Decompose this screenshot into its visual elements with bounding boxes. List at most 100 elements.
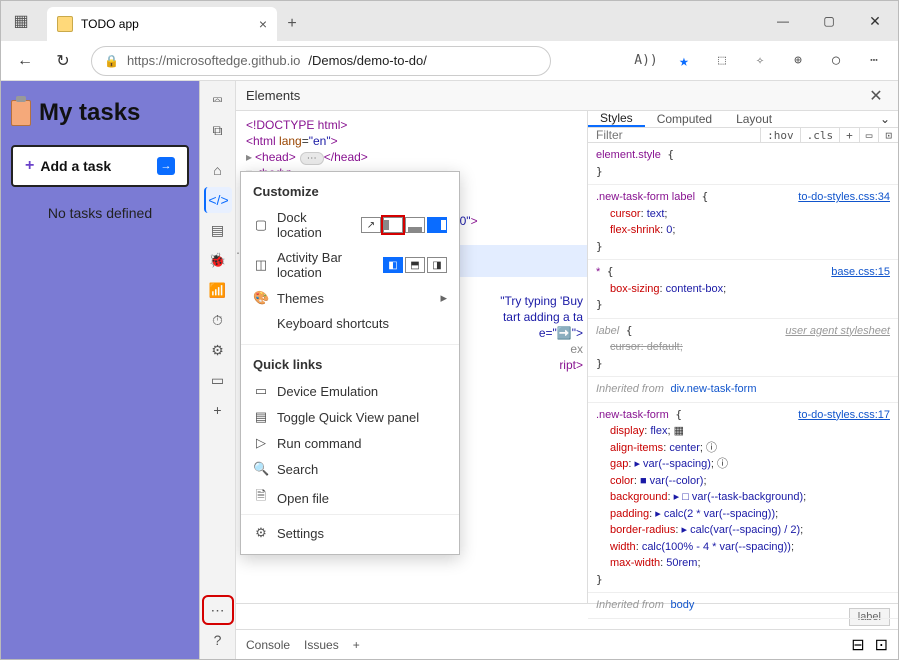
- favorites-bar-button[interactable]: ✧: [744, 45, 776, 77]
- devtools: ⮹ ⧉ ⌂ </> ▤ 🐞 📶 ⏱ ⚙ ▭ + ⋯ ? Elements ✕: [199, 81, 898, 659]
- layout-icon: ◫: [253, 257, 269, 273]
- tab-title: TODO app: [81, 17, 251, 31]
- console-icon[interactable]: ▤: [204, 217, 232, 243]
- extensions-button[interactable]: ⬚: [706, 45, 738, 77]
- search-row[interactable]: 🔍 Search: [241, 456, 459, 482]
- device-icon: ▭: [253, 383, 269, 399]
- open-file-row[interactable]: 🗎 Open file: [241, 482, 459, 514]
- drawer-icon[interactable]: ⊟: [851, 635, 864, 655]
- inherit-link[interactable]: body: [671, 599, 695, 611]
- tab-favicon-icon: [57, 16, 73, 32]
- drawer-tab-issues[interactable]: Issues: [304, 638, 339, 652]
- dom-line[interactable]: <!DOCTYPE html>: [246, 117, 587, 133]
- clipboard-icon: [11, 100, 31, 126]
- keyboard-shortcuts-row[interactable]: Keyboard shortcuts: [241, 311, 459, 336]
- add-task-button[interactable]: + Add a task →: [11, 145, 189, 187]
- plus-icon: +: [25, 157, 34, 175]
- browser-tab[interactable]: TODO app ×: [47, 7, 277, 41]
- rendering-icon[interactable]: ⊡: [878, 128, 898, 142]
- help-icon[interactable]: ?: [204, 627, 232, 653]
- drawer-tab-console[interactable]: Console: [246, 638, 290, 652]
- css-source-link[interactable]: to-do-styles.css:17: [798, 407, 890, 424]
- dock-icon: ▢: [253, 217, 269, 233]
- cls-button[interactable]: .cls: [800, 128, 840, 142]
- css-source-link[interactable]: to-do-styles.css:34: [798, 189, 890, 206]
- dom-tree[interactable]: <!DOCTYPE html> <html lang="en"> ▸<head>…: [236, 111, 588, 603]
- css-source-link[interactable]: base.css:15: [831, 264, 890, 281]
- performance-icon[interactable]: ⏱: [204, 307, 232, 333]
- more-tools-icon[interactable]: +: [204, 397, 232, 423]
- customize-heading: Customize: [241, 180, 459, 205]
- tab-close-icon[interactable]: ×: [259, 16, 267, 32]
- device-toggle-icon[interactable]: ⧉: [204, 117, 232, 143]
- customize-button[interactable]: ⋯: [204, 597, 232, 623]
- actbar-right-button[interactable]: ◨: [427, 257, 447, 273]
- refresh-button[interactable]: ↻: [47, 45, 79, 77]
- url-path: /Demos/demo-to-do/: [308, 53, 427, 68]
- tab-layout[interactable]: Layout: [724, 111, 784, 127]
- device-emulation-row[interactable]: ▭ Device Emulation: [241, 378, 459, 404]
- customize-menu: Customize ▢ Dock location ↗: [240, 171, 460, 555]
- computed-toggle-icon[interactable]: ▭: [859, 128, 879, 142]
- gear-icon: ⚙: [253, 525, 269, 541]
- address-bar[interactable]: 🔒 https://microsoftedge.github.io/Demos/…: [91, 46, 551, 76]
- no-tasks-text: No tasks defined: [11, 205, 189, 221]
- tab-computed[interactable]: Computed: [645, 111, 724, 127]
- drawer: Console Issues + ⊟ ⊡: [236, 629, 898, 659]
- chevron-right-icon: ▸: [440, 290, 447, 306]
- new-tab-button[interactable]: +: [277, 7, 307, 41]
- page-title: My tasks: [11, 99, 189, 127]
- toggle-quickview-row[interactable]: ▤ Toggle Quick View panel: [241, 404, 459, 430]
- dock-undock-button[interactable]: ↗: [361, 217, 381, 233]
- window-maximize-button[interactable]: ▢: [806, 1, 852, 41]
- chevron-down-icon[interactable]: ⌄: [872, 112, 898, 126]
- palette-icon: 🎨: [253, 290, 269, 306]
- dock-right-button[interactable]: [427, 217, 447, 233]
- themes-row[interactable]: 🎨 Themes ▸: [241, 285, 459, 311]
- play-icon: ▷: [253, 435, 269, 451]
- welcome-icon[interactable]: ⌂: [204, 157, 232, 183]
- application-icon[interactable]: ▭: [204, 367, 232, 393]
- collections-button[interactable]: ⊕: [782, 45, 814, 77]
- panel-title: Elements: [246, 88, 300, 103]
- read-aloud-button[interactable]: A)): [630, 45, 662, 77]
- window-close-button[interactable]: ✕: [852, 1, 898, 41]
- inherit-link[interactable]: div.new-task-form: [671, 383, 757, 395]
- hov-button[interactable]: :hov: [760, 128, 800, 142]
- dock-bottom-button[interactable]: [405, 217, 425, 233]
- inspect-icon[interactable]: ⮹: [204, 87, 232, 113]
- drawer-add-tab[interactable]: +: [353, 638, 360, 652]
- url-host: https://microsoftedge.github.io: [127, 53, 300, 68]
- memory-icon[interactable]: ⚙: [204, 337, 232, 363]
- new-style-button[interactable]: +: [839, 128, 859, 142]
- search-icon: 🔍: [253, 461, 269, 477]
- styles-filter-input[interactable]: [588, 128, 760, 142]
- lock-icon: 🔒: [104, 54, 119, 68]
- favorite-button[interactable]: ★: [668, 45, 700, 77]
- panel-icon: ▤: [253, 409, 269, 425]
- tab-actions-icon[interactable]: ▦: [1, 1, 41, 41]
- elements-icon[interactable]: </>: [204, 187, 232, 213]
- settings-row[interactable]: ⚙ Settings: [241, 520, 459, 546]
- actbar-top-button[interactable]: ⬒: [405, 257, 425, 273]
- submit-arrow-icon[interactable]: →: [157, 157, 175, 175]
- network-icon[interactable]: 📶: [204, 277, 232, 303]
- tab-styles[interactable]: Styles: [588, 111, 645, 127]
- panel-header: Elements ✕: [236, 81, 898, 111]
- devtools-close-button[interactable]: ✕: [864, 84, 888, 108]
- add-task-label: Add a task: [40, 158, 111, 174]
- back-button[interactable]: ←: [9, 45, 41, 77]
- menu-button[interactable]: ⋯: [858, 45, 890, 77]
- sources-icon[interactable]: 🐞: [204, 247, 232, 273]
- actbar-left-button[interactable]: ◧: [383, 257, 403, 273]
- window-minimize-button[interactable]: —: [760, 1, 806, 41]
- dock-left-button[interactable]: [383, 217, 403, 233]
- run-command-row[interactable]: ▷ Run command: [241, 430, 459, 456]
- dock-location-row[interactable]: ▢ Dock location ↗: [241, 205, 459, 245]
- styles-pane: Styles Computed Layout ⌄ :hov .cls + ▭ ⊡: [588, 111, 898, 603]
- profile-button[interactable]: ◯: [820, 45, 852, 77]
- drawer-expand-icon[interactable]: ⊡: [875, 635, 888, 655]
- activity-bar: ⮹ ⧉ ⌂ </> ▤ 🐞 📶 ⏱ ⚙ ▭ + ⋯ ?: [200, 81, 236, 659]
- activity-bar-location-row[interactable]: ◫ Activity Bar location ◧ ⬒ ◨: [241, 245, 459, 285]
- file-icon: 🗎: [253, 487, 269, 509]
